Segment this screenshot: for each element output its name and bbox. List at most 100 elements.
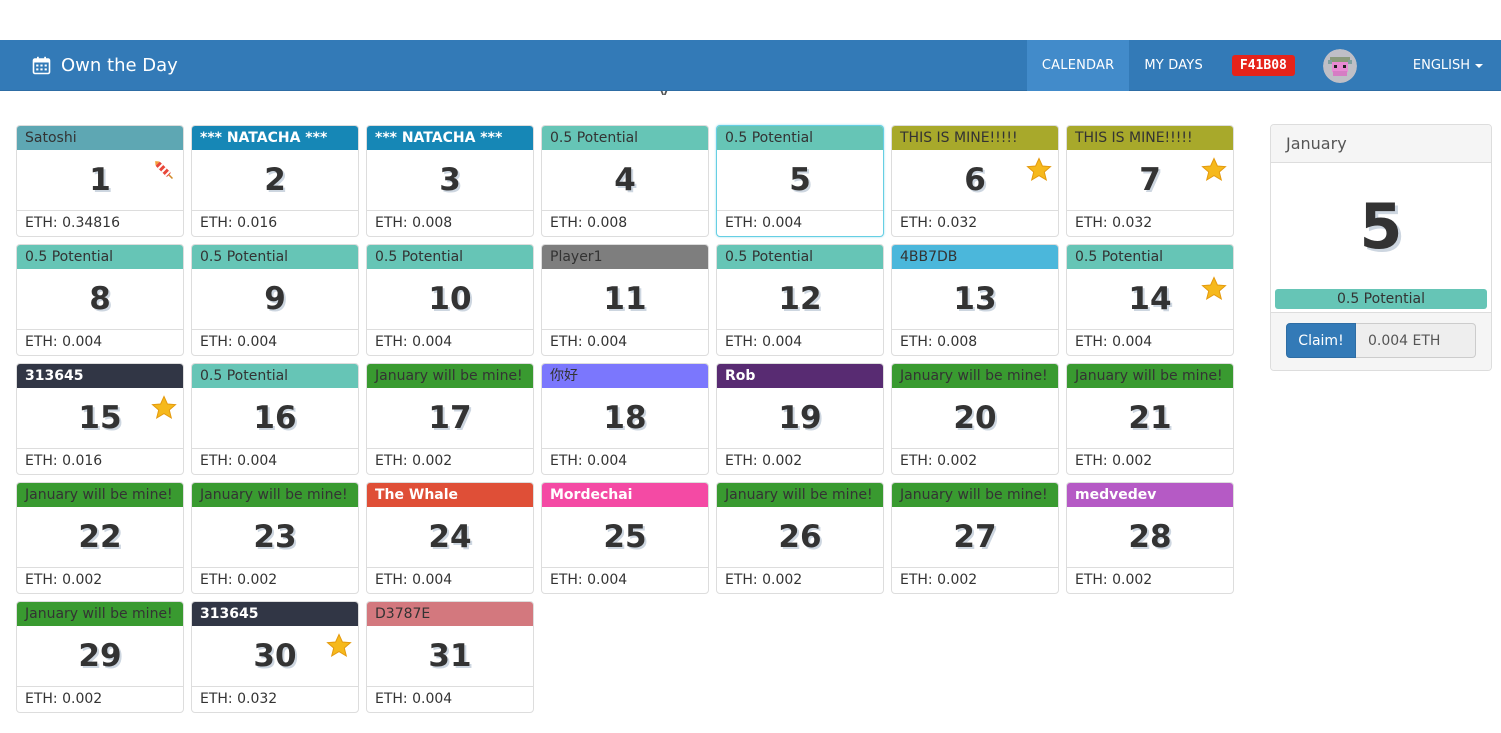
day-cell-17[interactable]: January will be mine! 17 ETH: 0.002 (366, 363, 534, 475)
day-cell-3[interactable]: *** NATACHA *** 3 ETH: 0.008 (366, 125, 534, 237)
day-cell-24[interactable]: The Whale 24 ETH: 0.004 (366, 482, 534, 594)
day-owner-label: *** NATACHA *** (192, 126, 358, 150)
day-number: 13 (892, 269, 1058, 330)
day-number: 25 (542, 507, 708, 568)
day-owner-label: January will be mine! (192, 483, 358, 507)
account-badge[interactable]: F41B08 (1231, 55, 1295, 76)
day-number: 9 (192, 269, 358, 330)
day-number: 28 (1067, 507, 1233, 568)
day-owner-label: January will be mine! (367, 364, 533, 388)
calendar-icon (32, 56, 51, 75)
day-eth-price: ETH: 0.008 (550, 215, 628, 231)
day-eth-price: ETH: 0.34816 (25, 215, 120, 231)
day-number: 10 (367, 269, 533, 330)
avatar-image (1322, 48, 1357, 83)
day-eth-price: ETH: 0.004 (25, 334, 103, 350)
day-owner-label: Mordechai (542, 483, 708, 507)
day-cell-22[interactable]: January will be mine! 22 ETH: 0.002 (16, 482, 184, 594)
day-owner-label: Satoshi (17, 126, 183, 150)
day-owner-label: 0.5 Potential (192, 245, 358, 269)
day-cell-9[interactable]: 0.5 Potential 9 ETH: 0.004 (191, 244, 359, 356)
day-eth-price: ETH: 0.004 (375, 691, 453, 707)
day-cell-28[interactable]: medvedev 28 ETH: 0.002 (1066, 482, 1234, 594)
day-cell-2[interactable]: *** NATACHA *** 2 ETH: 0.016 (191, 125, 359, 237)
star-icon (1201, 276, 1227, 302)
day-eth-price: ETH: 0.002 (25, 691, 103, 707)
star-icon (1201, 157, 1227, 183)
day-owner-label: 4BB7DB (892, 245, 1058, 269)
day-owner-label: January will be mine! (892, 483, 1058, 507)
star-icon (1026, 157, 1052, 183)
day-cell-4[interactable]: 0.5 Potential 4 ETH: 0.008 (541, 125, 709, 237)
nav-my-days[interactable]: MY DAYS (1129, 40, 1218, 91)
claim-button[interactable]: Claim! (1286, 323, 1356, 358)
day-number: 24 (367, 507, 533, 568)
day-owner-label: medvedev (1067, 483, 1233, 507)
day-cell-10[interactable]: 0.5 Potential 10 ETH: 0.004 (366, 244, 534, 356)
brand-title: Own the Day (61, 55, 178, 76)
day-cell-19[interactable]: Rob 19 ETH: 0.002 (716, 363, 884, 475)
day-eth-price: ETH: 0.002 (1075, 453, 1153, 469)
day-cell-12[interactable]: 0.5 Potential 12 ETH: 0.004 (716, 244, 884, 356)
price-field[interactable] (1356, 323, 1476, 358)
day-number: 4 (542, 150, 708, 211)
day-cell-23[interactable]: January will be mine! 23 ETH: 0.002 (191, 482, 359, 594)
language-label: ENGLISH (1412, 58, 1470, 73)
day-cell-14[interactable]: 0.5 Potential 14 ETH: 0.004 (1066, 244, 1234, 356)
day-number: 29 (17, 626, 183, 687)
detail-owner-label: 0.5 Potential (1275, 289, 1487, 309)
day-number: 31 (367, 626, 533, 687)
day-cell-31[interactable]: D3787E 31 ETH: 0.004 (366, 601, 534, 713)
day-number: 16 (192, 388, 358, 449)
day-cell-1[interactable]: Satoshi 1 ETH: 0.34816 (16, 125, 184, 237)
day-owner-label: January will be mine! (17, 602, 183, 626)
day-number: 19 (717, 388, 883, 449)
day-number: 23 (192, 507, 358, 568)
day-cell-27[interactable]: January will be mine! 27 ETH: 0.002 (891, 482, 1059, 594)
day-eth-price: ETH: 0.032 (900, 215, 978, 231)
day-owner-label: January will be mine! (1067, 364, 1233, 388)
avatar[interactable] (1322, 48, 1357, 83)
language-dropdown[interactable]: ENGLISH (1413, 58, 1483, 73)
day-cell-21[interactable]: January will be mine! 21 ETH: 0.002 (1066, 363, 1234, 475)
day-eth-price: ETH: 0.004 (1075, 334, 1153, 350)
nav-calendar[interactable]: CALENDAR (1026, 40, 1130, 91)
day-cell-25[interactable]: Mordechai 25 ETH: 0.004 (541, 482, 709, 594)
star-icon (151, 395, 177, 421)
day-eth-price: ETH: 0.002 (900, 453, 978, 469)
day-cell-16[interactable]: 0.5 Potential 16 ETH: 0.004 (191, 363, 359, 475)
day-eth-price: ETH: 0.004 (375, 572, 453, 588)
day-owner-label: Player1 (542, 245, 708, 269)
day-owner-label: 313645 (192, 602, 358, 626)
day-cell-13[interactable]: 4BB7DB 13 ETH: 0.008 (891, 244, 1059, 356)
day-eth-price: ETH: 0.008 (375, 215, 453, 231)
day-number: 2 (192, 150, 358, 211)
day-number: 11 (542, 269, 708, 330)
brand-link[interactable]: Own the Day (32, 40, 178, 91)
day-owner-label: January will be mine! (17, 483, 183, 507)
day-eth-price: ETH: 0.002 (1075, 572, 1153, 588)
day-cell-20[interactable]: January will be mine! 20 ETH: 0.002 (891, 363, 1059, 475)
day-cell-7[interactable]: THIS IS MINE!!!!! 7 ETH: 0.032 (1066, 125, 1234, 237)
day-number: 3 (367, 150, 533, 211)
day-cell-18[interactable]: 你好 18 ETH: 0.004 (541, 363, 709, 475)
day-owner-label: 0.5 Potential (542, 126, 708, 150)
day-cell-8[interactable]: 0.5 Potential 8 ETH: 0.004 (16, 244, 184, 356)
day-owner-label: 313645 (17, 364, 183, 388)
day-number: 26 (717, 507, 883, 568)
day-owner-label: 你好 (542, 364, 708, 388)
day-cell-29[interactable]: January will be mine! 29 ETH: 0.002 (16, 601, 184, 713)
day-cell-11[interactable]: Player1 11 ETH: 0.004 (541, 244, 709, 356)
day-number: 20 (892, 388, 1058, 449)
day-eth-price: ETH: 0.032 (200, 691, 278, 707)
day-cell-5[interactable]: 0.5 Potential 5 ETH: 0.004 (716, 125, 884, 237)
day-cell-30[interactable]: 313645 30 ETH: 0.032 (191, 601, 359, 713)
day-cell-15[interactable]: 313645 15 ETH: 0.016 (16, 363, 184, 475)
day-number: 21 (1067, 388, 1233, 449)
day-eth-price: ETH: 0.008 (900, 334, 978, 350)
day-cell-6[interactable]: THIS IS MINE!!!!! 6 ETH: 0.032 (891, 125, 1059, 237)
day-cell-26[interactable]: January will be mine! 26 ETH: 0.002 (716, 482, 884, 594)
day-number: 27 (892, 507, 1058, 568)
day-eth-price: ETH: 0.002 (375, 453, 453, 469)
day-owner-label: 0.5 Potential (1067, 245, 1233, 269)
